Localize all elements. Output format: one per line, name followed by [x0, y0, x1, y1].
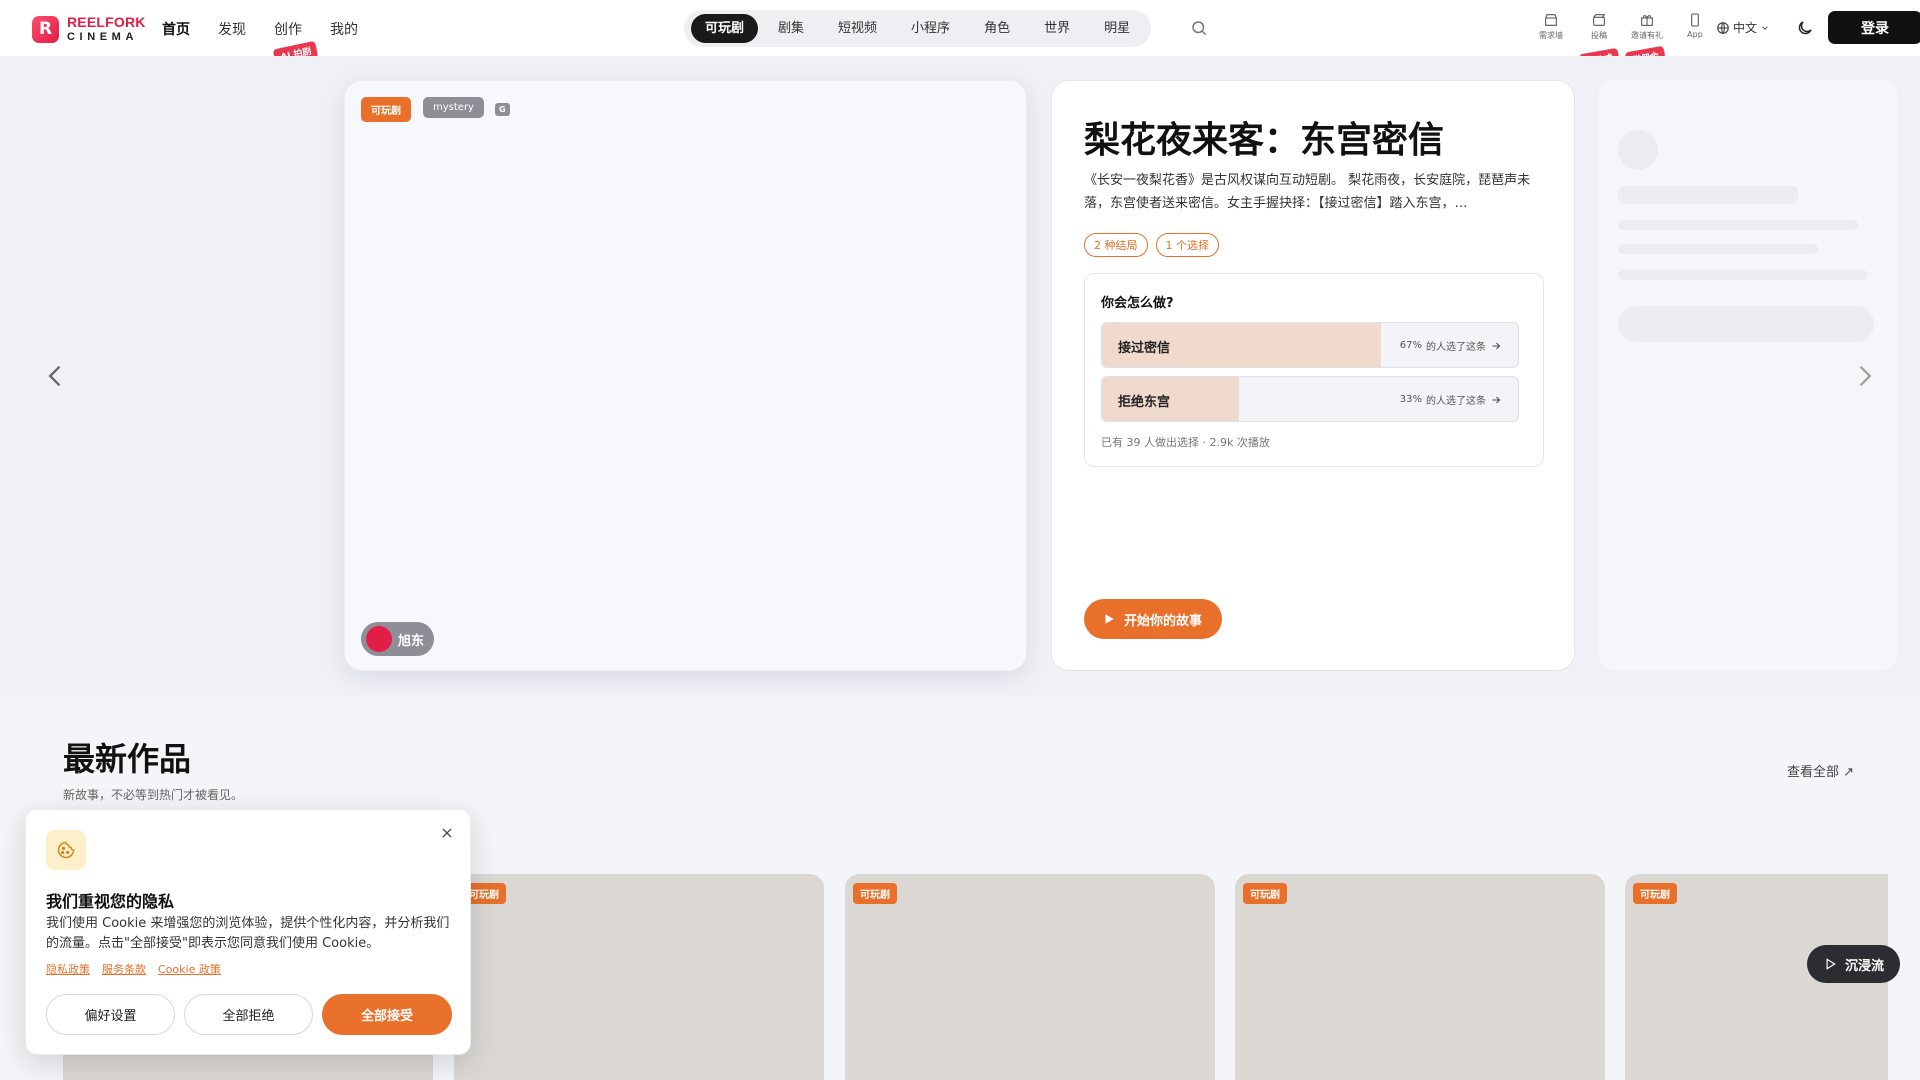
card-badge: 可玩剧: [853, 883, 897, 904]
cookie-consent-dialog: 我们重视您的隐私 我们使用 Cookie 来增强您的浏览体验，提供个性化内容，并…: [25, 809, 471, 1055]
choice-poll: 你会怎么做? 接过密信 67% 的人选了这条 拒绝东宫 33% 的人选了这条 已有 …: [1084, 273, 1544, 467]
tab-series[interactable]: 剧集: [764, 14, 818, 43]
invite-button[interactable]: 邀请有礼: [1630, 12, 1664, 41]
hero-detail-card: 梨花夜来客：东宫密信 《长安一夜梨花香》是古风权谋向互动短剧。 梨花雨夜，长安庭…: [1051, 80, 1575, 671]
phone-icon: [1691, 13, 1699, 27]
tab-miniprogram[interactable]: 小程序: [897, 14, 964, 43]
privacy-policy-link[interactable]: 隐私政策: [46, 961, 90, 977]
tab-stars[interactable]: 明星: [1090, 14, 1144, 43]
section-title: 最新作品: [63, 740, 192, 778]
main-nav: 首页 发现 创作 我的: [162, 19, 358, 39]
tab-shorts[interactable]: 短视频: [824, 14, 891, 43]
brand-logo[interactable]: R REELFORK CINEMA: [32, 15, 146, 43]
rating-chip: G: [495, 103, 510, 116]
header-tools: 需求墙 投稿 邀请有礼 App: [1534, 12, 1712, 41]
poll-option-accept[interactable]: 接过密信 67% 的人选了这条: [1101, 322, 1519, 368]
nav-discover[interactable]: 发现: [218, 19, 246, 39]
cookie-title: 我们重视您的隐私: [46, 892, 175, 911]
poll-question: 你会怎么做?: [1101, 296, 1174, 311]
close-icon[interactable]: [440, 826, 454, 840]
genre-chip: mystery: [423, 97, 484, 118]
author-name: 旭东: [398, 633, 425, 649]
gift-icon: [1641, 15, 1653, 26]
chevron-down-icon: [1762, 25, 1768, 30]
logo-mark-icon: R: [32, 15, 59, 43]
nav-home[interactable]: 首页: [162, 19, 190, 39]
moon-icon[interactable]: [1796, 19, 1814, 37]
preferences-button[interactable]: 偏好设置: [46, 994, 175, 1035]
cookie-icon: [46, 830, 86, 870]
story-title: 梨花夜来客：东宫密信: [1084, 120, 1445, 161]
arrow-right-icon: [1492, 396, 1501, 403]
tab-worlds[interactable]: 世界: [1030, 14, 1084, 43]
submit-button[interactable]: 投稿: [1582, 12, 1616, 41]
app-download-button[interactable]: App: [1678, 12, 1712, 41]
terms-link[interactable]: 服务条款: [102, 961, 146, 977]
story-card[interactable]: 可玩剧: [845, 874, 1215, 1080]
tab-playable[interactable]: 可玩剧: [691, 14, 759, 43]
section-subtitle: 新故事，不必等到热门才被看见。: [63, 788, 244, 802]
top-header: R REELFORK CINEMA 首页 发现 创作 我的 AI 拍剧 可玩剧 …: [0, 0, 1920, 72]
category-pill-nav: 可玩剧 剧集 短视频 小程序 角色 世界 明星: [684, 10, 1152, 47]
avatar: [366, 626, 392, 652]
poll-option-reject[interactable]: 拒绝东宫 33% 的人选了这条: [1101, 376, 1519, 422]
card-badge: 可玩剧: [1633, 883, 1677, 904]
story-card[interactable]: 可玩剧: [454, 874, 824, 1080]
accept-all-button[interactable]: 全部接受: [322, 994, 452, 1035]
language-label: 中文: [1733, 21, 1758, 35]
play-icon: [1105, 614, 1114, 624]
next-slide-preview[interactable]: [1598, 80, 1898, 671]
card-badge: 可玩剧: [1243, 883, 1287, 904]
clapper-icon: [1593, 14, 1606, 26]
hero-media-preview[interactable]: 可玩剧 mystery G 旭东: [344, 80, 1027, 671]
carousel-prev-icon[interactable]: [42, 358, 70, 394]
demand-wall-button[interactable]: 需求墙: [1534, 12, 1568, 41]
nav-create[interactable]: 创作: [274, 19, 302, 39]
arrow-right-icon: [1492, 342, 1501, 349]
globe-icon: [1717, 21, 1729, 34]
store-icon: [1545, 14, 1557, 26]
cookie-policy-link[interactable]: Cookie 政策: [158, 961, 221, 977]
search-icon[interactable]: [1190, 19, 1208, 37]
type-chip: 可玩剧: [361, 97, 411, 122]
author-chip[interactable]: 旭东: [361, 622, 435, 656]
tab-characters[interactable]: 角色: [970, 14, 1024, 43]
story-description: 《长安一夜梨花香》是古风权谋向互动短剧。 梨花雨夜，长安庭院，琵琶声未落，东宫使…: [1084, 173, 1531, 211]
start-story-button[interactable]: 开始你的故事: [1084, 599, 1223, 639]
immersive-mode-button[interactable]: 沉浸流: [1807, 945, 1901, 983]
poll-stats: 已有 39 人做出选择 · 2.9k 次播放: [1101, 436, 1270, 449]
brand-name: REELFORK: [67, 14, 146, 30]
cookie-body: 我们使用 Cookie 来增强您的浏览体验，提供个性化内容，并分析我们的流量。点…: [46, 916, 450, 951]
story-card[interactable]: 可玩剧: [1235, 874, 1605, 1080]
nav-mine[interactable]: 我的: [330, 19, 358, 39]
brand-subname: CINEMA: [67, 31, 138, 43]
endings-tag: 2 种结局: [1084, 233, 1148, 257]
play-outline-icon: [1826, 958, 1836, 970]
login-button[interactable]: 登录: [1828, 11, 1920, 44]
reject-all-button[interactable]: 全部拒绝: [184, 994, 313, 1035]
language-selector[interactable]: 中文: [1716, 19, 1770, 36]
choices-tag: 1 个选择: [1155, 233, 1219, 257]
view-all-link[interactable]: 查看全部 ↗: [1787, 761, 1854, 780]
